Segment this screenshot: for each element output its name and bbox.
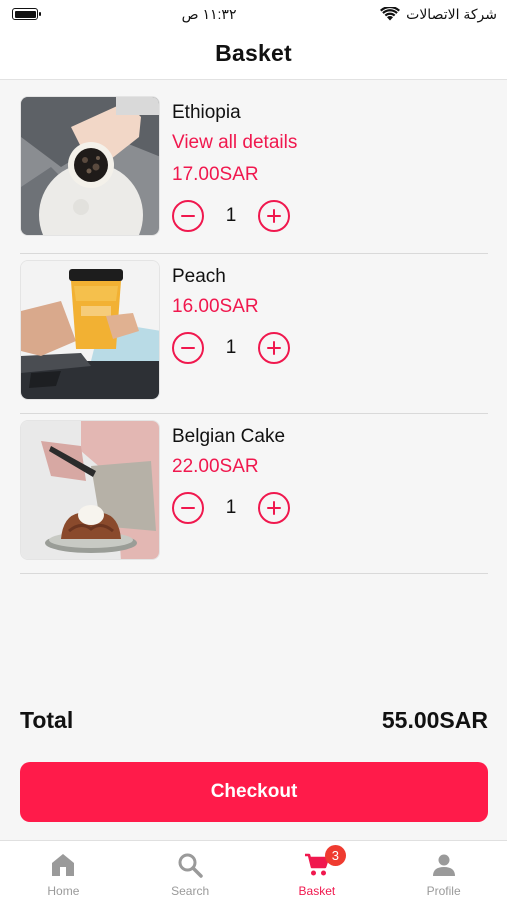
product-image[interactable] (20, 96, 160, 236)
tab-search[interactable]: Search (127, 841, 254, 900)
tab-basket[interactable]: 3 Basket (254, 841, 381, 900)
quantity-value: 1 (225, 337, 237, 358)
coffee-cup-top-view-image (21, 97, 159, 235)
item-info: Ethiopia View all details 17.00SAR 1 (172, 99, 488, 233)
tab-profile[interactable]: Profile (380, 841, 507, 900)
status-time: ١١:٣٢ ص (181, 5, 237, 22)
increase-quantity-button[interactable] (258, 492, 290, 524)
page-title: Basket (215, 40, 292, 66)
total-value: 55.00SAR (381, 706, 488, 733)
decrease-quantity-button[interactable] (172, 200, 204, 232)
total-label: Total (20, 706, 74, 733)
item-name: Belgian Cake (172, 426, 286, 447)
lava-cake-image (21, 421, 159, 559)
basket-item: Peach 16.00SAR 1 (20, 260, 488, 414)
item-name: Ethiopia (172, 102, 241, 123)
tab-label: Search (171, 884, 210, 898)
total-row: Total 55.00SAR (20, 702, 488, 738)
item-info: Belgian Cake 22.00SAR 1 (172, 423, 488, 525)
tab-label: Home (47, 884, 80, 898)
item-price: 22.00SAR (172, 456, 259, 477)
home-icon (52, 854, 75, 876)
profile-icon (432, 854, 455, 876)
quantity-stepper: 1 (172, 331, 488, 365)
quantity-stepper: 1 (172, 491, 488, 525)
decrease-quantity-button[interactable] (172, 492, 204, 524)
product-image[interactable] (20, 420, 160, 560)
wifi-icon (380, 7, 401, 21)
tab-label: Basket (298, 884, 336, 898)
item-price: 17.00SAR (172, 164, 259, 185)
view-details-link[interactable]: View all details (172, 127, 488, 159)
checkout-button[interactable]: Checkout (20, 762, 488, 822)
quantity-value: 1 (225, 497, 237, 518)
product-image[interactable] (20, 260, 160, 400)
status-bar: ١١:٣٢ ص شركة الاتصالات (0, 0, 507, 28)
carrier-name: شركة الاتصالات (406, 5, 497, 22)
basket-count-badge: 3 (324, 845, 346, 866)
status-carrier-group: شركة الاتصالات (380, 6, 497, 23)
search-icon (178, 853, 203, 878)
battery-icon (12, 8, 41, 20)
tab-home[interactable]: Home (0, 841, 127, 900)
decrease-quantity-button[interactable] (172, 332, 204, 364)
increase-quantity-button[interactable] (258, 332, 290, 364)
quantity-value: 1 (225, 205, 237, 226)
tab-bar: Home Search 3 Basket Profile (0, 840, 507, 900)
basket-item: Belgian Cake 22.00SAR 1 (20, 420, 488, 574)
item-name: Peach (172, 266, 226, 287)
quantity-stepper: 1 (172, 199, 488, 233)
item-info: Peach 16.00SAR 1 (172, 263, 488, 365)
tab-label: Profile (426, 884, 461, 898)
basket-list: Ethiopia View all details 17.00SAR 1 Pea… (20, 96, 488, 574)
header: Basket (0, 28, 507, 80)
iced-peach-drink-image (21, 261, 159, 399)
item-price: 16.00SAR (172, 296, 259, 317)
increase-quantity-button[interactable] (258, 200, 290, 232)
basket-item: Ethiopia View all details 17.00SAR 1 (20, 96, 488, 254)
